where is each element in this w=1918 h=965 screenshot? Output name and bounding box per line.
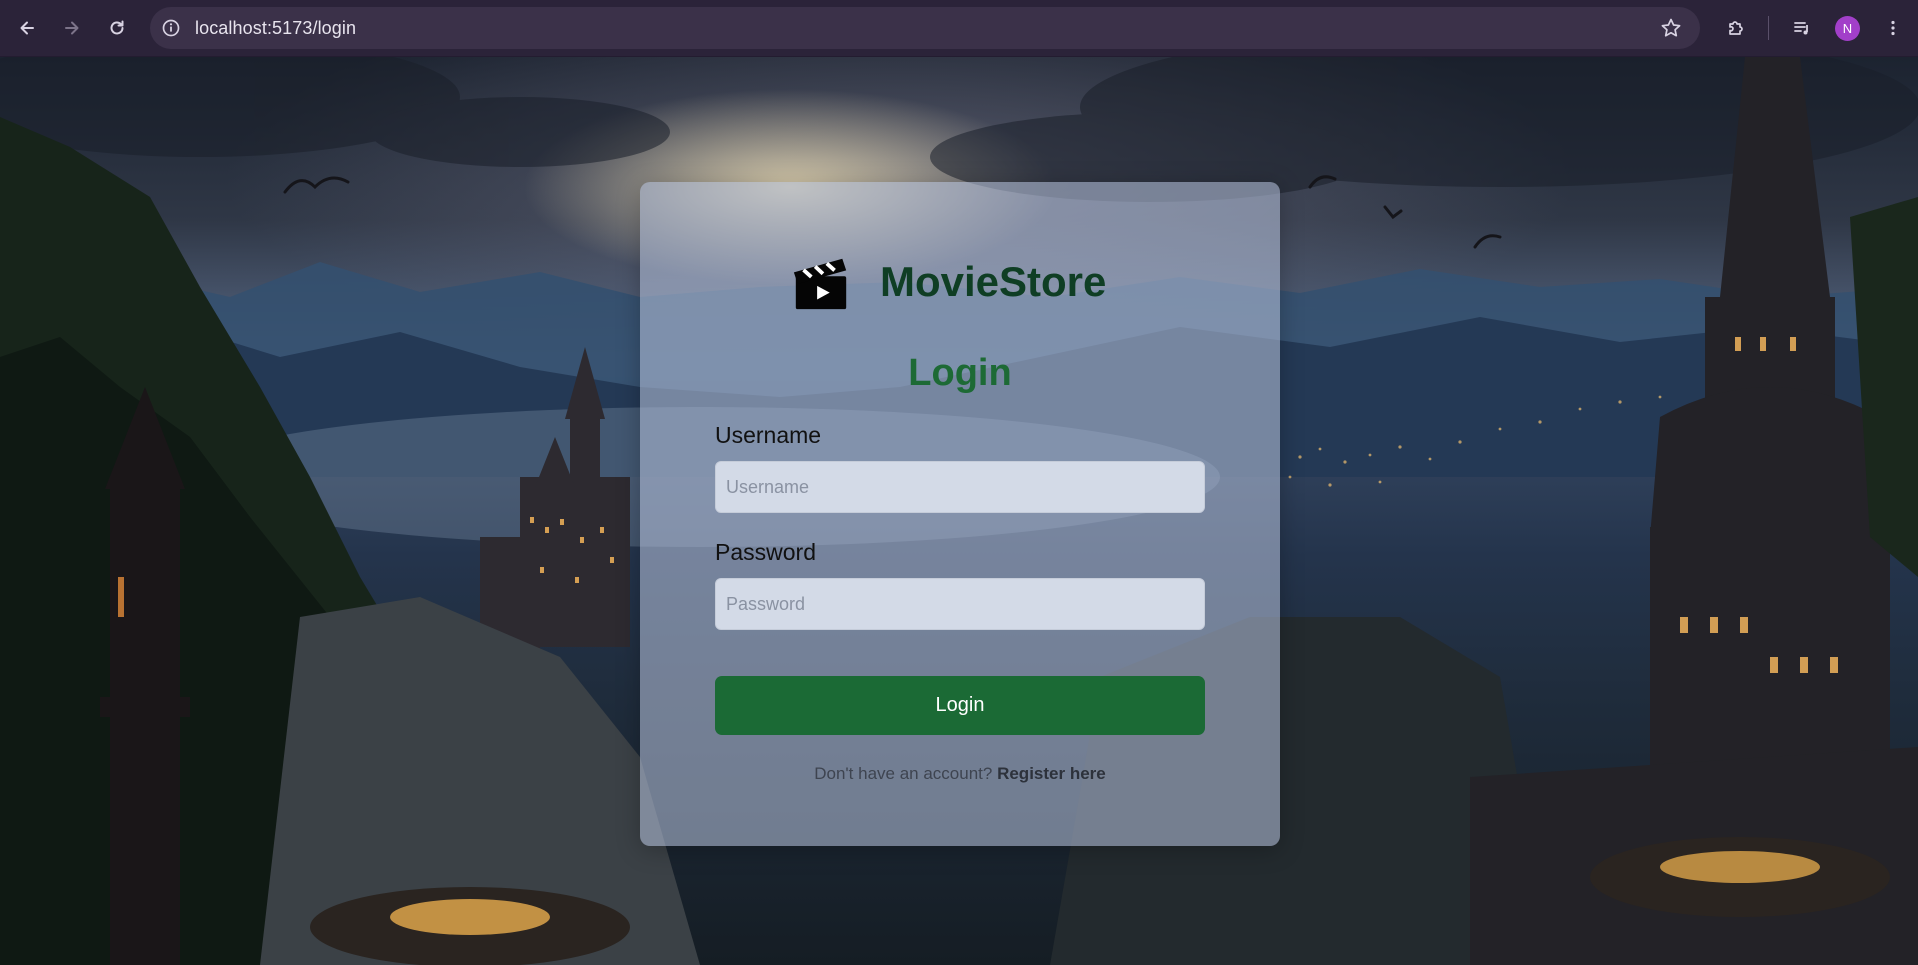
password-label: Password bbox=[715, 539, 816, 565]
site-info-icon[interactable] bbox=[161, 18, 181, 38]
media-controls-button[interactable] bbox=[1784, 10, 1820, 46]
puzzle-piece-icon bbox=[1729, 21, 1743, 35]
login-card: MovieStore Login Username Password Login… bbox=[640, 182, 1280, 846]
forward-arrow-icon bbox=[65, 21, 79, 35]
username-input[interactable] bbox=[715, 461, 1205, 513]
clapperboard-icon bbox=[793, 258, 847, 310]
media-queue-icon bbox=[1794, 22, 1808, 35]
profile-avatar[interactable]: N bbox=[1835, 16, 1860, 41]
back-arrow-icon bbox=[20, 21, 34, 35]
back-button[interactable] bbox=[9, 10, 45, 46]
bookmark-star-icon[interactable] bbox=[1660, 17, 1682, 39]
page-title: Login bbox=[908, 352, 1012, 394]
kebab-menu-icon bbox=[1891, 20, 1895, 36]
reload-button[interactable] bbox=[99, 10, 135, 46]
toolbar-divider bbox=[1768, 16, 1769, 40]
browser-toolbar: localhost:5173/login N bbox=[0, 0, 1918, 57]
forward-button[interactable] bbox=[54, 10, 90, 46]
register-link[interactable]: Register here bbox=[997, 764, 1106, 783]
profile-initial: N bbox=[1842, 21, 1853, 36]
address-bar[interactable]: localhost:5173/login bbox=[150, 7, 1700, 49]
password-input[interactable] bbox=[715, 578, 1205, 630]
username-label: Username bbox=[715, 422, 822, 448]
brand-header: MovieStore bbox=[790, 247, 1106, 317]
reload-icon bbox=[110, 20, 124, 35]
register-prompt: Don't have an account? Register here bbox=[640, 764, 1280, 784]
register-prompt-text: Don't have an account? bbox=[814, 764, 998, 783]
brand-name: MovieStore bbox=[880, 258, 1107, 305]
extensions-button[interactable] bbox=[1718, 10, 1754, 46]
browser-menu-button[interactable] bbox=[1875, 10, 1911, 46]
login-button[interactable]: Login bbox=[715, 676, 1205, 735]
url-text[interactable]: localhost:5173/login bbox=[195, 18, 356, 39]
